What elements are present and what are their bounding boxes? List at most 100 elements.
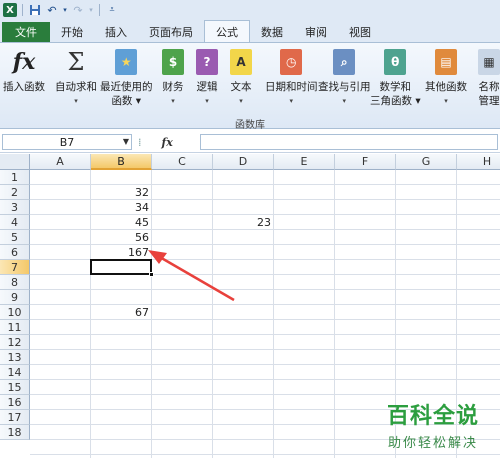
row-header-12[interactable]: 12 bbox=[0, 335, 30, 350]
row-header-1[interactable]: 1 bbox=[0, 170, 30, 185]
button-label: 其他函数 bbox=[425, 81, 467, 93]
button-label: 查找与引用 bbox=[318, 81, 371, 93]
row-header-2[interactable]: 2 bbox=[0, 185, 30, 200]
math-trig-icon: θ bbox=[380, 47, 410, 77]
autosum-icon: Σ bbox=[67, 48, 85, 76]
lookup-reference-icon: ⌕ bbox=[329, 47, 359, 77]
row-header-3[interactable]: 3 bbox=[0, 200, 30, 215]
column-header-e[interactable]: E bbox=[274, 154, 335, 170]
group-label: 函数库 bbox=[235, 120, 265, 131]
button-label: 日期和时间 bbox=[265, 81, 318, 93]
row-header-16[interactable]: 16 bbox=[0, 395, 30, 410]
row-header-8[interactable]: 8 bbox=[0, 275, 30, 290]
tab-1[interactable]: 开始 bbox=[50, 22, 94, 42]
watermark-subtitle: 助你轻松解决 bbox=[387, 436, 478, 451]
name-manager-button[interactable]: ▦ 名称 管理 bbox=[474, 47, 500, 108]
tab-4[interactable]: 公式 bbox=[204, 20, 250, 42]
row-header-18[interactable]: 18 bbox=[0, 425, 30, 440]
divider bbox=[99, 4, 100, 16]
tab-7[interactable]: 视图 bbox=[338, 22, 382, 42]
tab-5[interactable]: 数据 bbox=[250, 22, 294, 42]
insert-function-icon: fx bbox=[12, 49, 36, 75]
button-label: 自动求和 bbox=[55, 81, 97, 93]
cell-b10[interactable]: 67 bbox=[91, 305, 152, 320]
row-header-15[interactable]: 15 bbox=[0, 380, 30, 395]
column-header-c[interactable]: C bbox=[152, 154, 213, 170]
column-header-d[interactable]: D bbox=[213, 154, 274, 170]
row-header-13[interactable]: 13 bbox=[0, 350, 30, 365]
lookup-reference-button[interactable]: ⌕ 查找与引用 ▾ bbox=[318, 47, 371, 108]
row-header-7[interactable]: 7 bbox=[0, 260, 30, 275]
column-header-f[interactable]: F bbox=[335, 154, 396, 170]
text-button[interactable]: A 文本 ▾ bbox=[226, 47, 256, 108]
select-all-corner[interactable] bbox=[0, 154, 30, 170]
row-header-6[interactable]: 6 bbox=[0, 245, 30, 260]
recent-functions-button[interactable]: ★ 最近使用的 函数 ▾ bbox=[100, 47, 153, 108]
redo-icon[interactable]: ↷ bbox=[71, 3, 85, 17]
row-header-10[interactable]: 10 bbox=[0, 305, 30, 320]
chevron-down-icon[interactable]: ▼ bbox=[123, 135, 129, 149]
column-header-a[interactable]: A bbox=[30, 154, 91, 170]
button-label: 最近使用的 bbox=[100, 81, 153, 93]
financial-icon: $ bbox=[158, 47, 188, 77]
button-sublabel: ▾ bbox=[289, 97, 293, 105]
formula-input[interactable] bbox=[200, 134, 498, 150]
row-header-5[interactable]: 5 bbox=[0, 230, 30, 245]
tab-6[interactable]: 审阅 bbox=[294, 22, 338, 42]
fill-handle[interactable] bbox=[149, 272, 154, 277]
math-trig-button[interactable]: θ 数学和 三角函数 ▾ bbox=[370, 47, 421, 108]
watermark-title: 百科全说 bbox=[386, 404, 479, 429]
financial-button[interactable]: $ 财务 ▾ bbox=[158, 47, 188, 108]
watermark: 百科全说 助你轻松解决 bbox=[373, 398, 493, 451]
button-label: 数学和 bbox=[379, 81, 412, 93]
row-header-4[interactable]: 4 bbox=[0, 215, 30, 230]
quick-access-toolbar: X ↶ ▾ ↷ ▾ ⩡ bbox=[0, 0, 500, 20]
column-header-g[interactable]: G bbox=[396, 154, 457, 170]
button-sublabel: 函数 ▾ bbox=[111, 95, 142, 107]
name-manager-icon: ▦ bbox=[474, 47, 500, 77]
cell-b5[interactable]: 56 bbox=[91, 230, 152, 245]
tab-2[interactable]: 插入 bbox=[94, 22, 138, 42]
autosum-button[interactable]: Σ 自动求和 ▾ bbox=[55, 47, 97, 108]
column-header-h[interactable]: H bbox=[457, 154, 500, 170]
text-icon: A bbox=[226, 47, 256, 77]
insert-function-button[interactable]: fx 插入函数 bbox=[3, 47, 45, 94]
customize-icon[interactable]: ⩡ bbox=[105, 3, 119, 17]
tab-0[interactable]: 文件 bbox=[2, 22, 50, 42]
row-header-9[interactable]: 9 bbox=[0, 290, 30, 305]
row-header-14[interactable]: 14 bbox=[0, 365, 30, 380]
date-time-icon: ◷ bbox=[276, 47, 306, 77]
button-label: 财务 bbox=[162, 81, 184, 93]
undo-icon[interactable]: ↶ bbox=[45, 3, 59, 17]
row-header-11[interactable]: 11 bbox=[0, 320, 30, 335]
logical-button[interactable]: ? 逻辑 ▾ bbox=[192, 47, 222, 108]
save-icon[interactable] bbox=[28, 3, 42, 17]
row-header-17[interactable]: 17 bbox=[0, 410, 30, 425]
button-sublabel: ▾ bbox=[205, 97, 209, 105]
active-cell[interactable] bbox=[90, 259, 154, 277]
formula-bar-controls: ⁞ fx bbox=[138, 134, 198, 150]
cell-d4[interactable]: 23 bbox=[213, 215, 274, 230]
button-sublabel: ▾ bbox=[342, 97, 346, 105]
insert-function-icon[interactable]: fx bbox=[162, 136, 173, 149]
name-box[interactable]: B7 ▼ bbox=[2, 134, 132, 150]
formula-bar: B7 ▼ ⁞ fx bbox=[0, 131, 500, 153]
button-label: 插入函数 bbox=[3, 81, 45, 93]
button-sublabel: ▾ bbox=[444, 97, 448, 105]
column-header-b[interactable]: B bbox=[91, 154, 152, 170]
button-sublabel: 管理 bbox=[478, 95, 500, 107]
annotation-arrow-shaft bbox=[157, 254, 235, 302]
chevron-down-icon[interactable]: ▾ bbox=[88, 3, 94, 17]
grip-icon: ⁞ bbox=[138, 135, 142, 149]
divider bbox=[22, 4, 23, 16]
cell-b2[interactable]: 32 bbox=[91, 185, 152, 200]
more-functions-button[interactable]: ▤ 其他函数 ▾ bbox=[425, 47, 467, 108]
cell-b4[interactable]: 45 bbox=[91, 215, 152, 230]
button-sublabel: ▾ bbox=[171, 97, 175, 105]
ribbon-formulas: 函数库 fx 插入函数 Σ 自动求和 ▾ ★ 最近使用的 函数 ▾ $ 财务 ▾? 逻辑 ▾ A 文本 ▾ ◷ 日… bbox=[0, 42, 500, 131]
cell-b6[interactable]: 167 bbox=[91, 245, 152, 260]
tab-3[interactable]: 页面布局 bbox=[138, 22, 204, 42]
date-time-button[interactable]: ◷ 日期和时间 ▾ bbox=[265, 47, 318, 108]
chevron-down-icon[interactable]: ▾ bbox=[62, 3, 68, 17]
cell-b3[interactable]: 34 bbox=[91, 200, 152, 215]
